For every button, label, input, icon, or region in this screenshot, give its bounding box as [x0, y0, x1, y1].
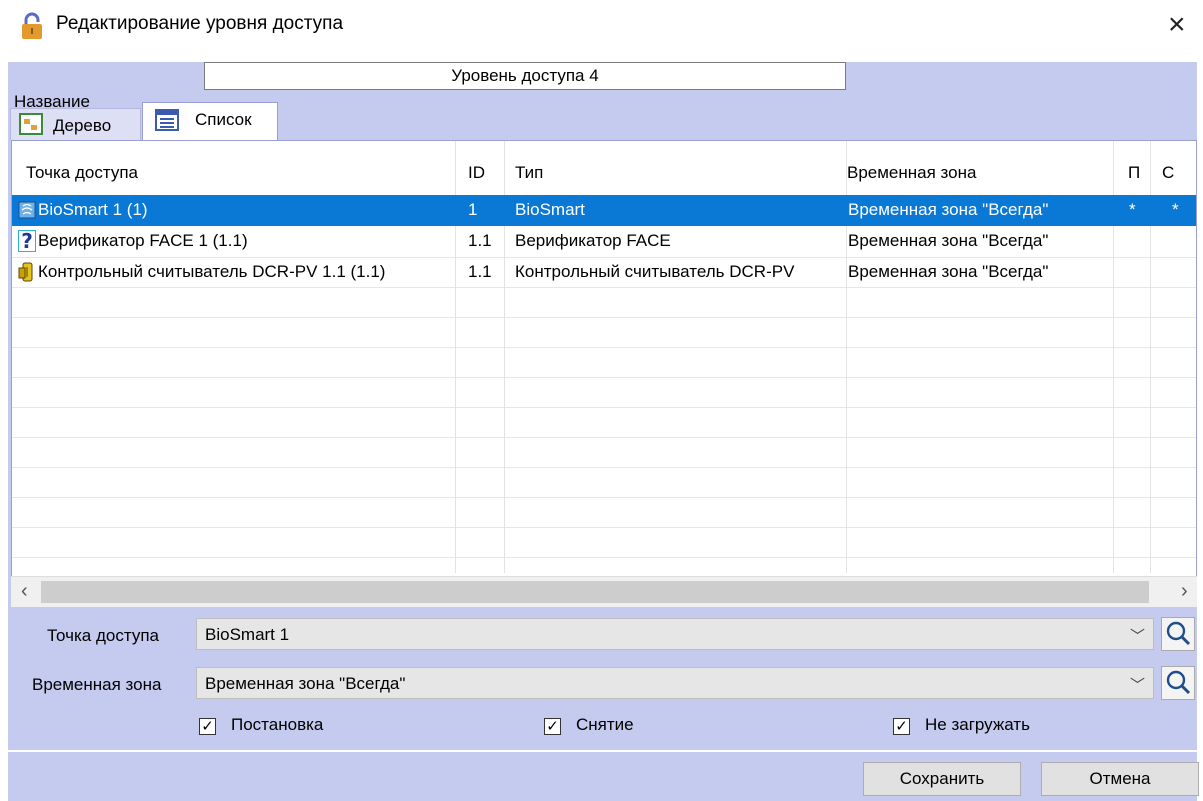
lock-icon: [22, 12, 42, 39]
search-icon: [1166, 621, 1191, 646]
cell-zone: Временная зона "Всегда": [848, 262, 1049, 281]
horizontal-scrollbar[interactable]: ‹ ›: [11, 576, 1197, 607]
access-point-search-button[interactable]: [1161, 617, 1195, 651]
cancel-button[interactable]: Отмена: [1041, 762, 1199, 796]
scroll-left-icon[interactable]: ‹: [21, 580, 28, 603]
time-zone-select[interactable]: Временная зона "Всегда" ﹀: [196, 667, 1154, 699]
tree-view-icon: [19, 113, 43, 135]
checkbox-no-load-label: Не загружать: [925, 715, 1030, 734]
checkbox-disarm-label: Снятие: [576, 715, 634, 734]
cell-type: Контрольный считыватель DCR-PV: [515, 262, 795, 281]
checkbox-disarm[interactable]: ✓: [544, 718, 561, 735]
time-zone-label: Временная зона: [32, 675, 162, 694]
close-icon[interactable]: ×: [1168, 10, 1190, 40]
scroll-right-icon[interactable]: ›: [1181, 580, 1188, 603]
tab-list-label: Список: [195, 110, 252, 129]
table-row[interactable]: ? Верификатор FACE 1 (1.1) 1.1 Верификат…: [12, 226, 1196, 257]
cell-point: Контрольный считыватель DCR-PV 1.1 (1.1): [38, 262, 386, 281]
access-points-table: Точка доступа ID Тип Временная зона П С …: [11, 140, 1197, 606]
table-header: Точка доступа ID Тип Временная зона П С: [12, 141, 1196, 193]
window-title: Редактирование уровня доступа: [56, 13, 344, 34]
column-header-point[interactable]: Точка доступа: [26, 163, 138, 183]
time-zone-search-button[interactable]: [1161, 666, 1195, 700]
list-view-icon: [155, 109, 179, 131]
cell-id: 1.1: [468, 231, 492, 250]
cell-zone: Временная зона "Всегда": [848, 200, 1049, 219]
cell-id: 1.1: [468, 262, 492, 281]
tab-list[interactable]: Список: [142, 102, 278, 140]
checkbox-arm-label: Постановка: [231, 715, 324, 734]
save-button[interactable]: Сохранить: [863, 762, 1021, 796]
cell-c: *: [1172, 200, 1179, 219]
cell-point: BioSmart 1 (1): [38, 200, 148, 219]
scroll-thumb[interactable]: [41, 581, 1149, 603]
tab-tree[interactable]: Дерево: [10, 108, 141, 140]
access-point-value: BioSmart 1: [205, 625, 290, 644]
cell-point: Верификатор FACE 1 (1.1): [38, 231, 248, 250]
column-header-zone[interactable]: Временная зона: [847, 163, 976, 183]
access-point-select[interactable]: BioSmart 1 ﹀: [196, 618, 1154, 650]
cell-id: 1: [468, 200, 478, 219]
biometric-reader-icon: [18, 201, 36, 219]
svg-text:?: ?: [21, 230, 33, 252]
chevron-down-icon: ﹀: [1129, 628, 1145, 645]
access-point-label: Точка доступа: [47, 626, 159, 645]
checkbox-no-load[interactable]: ✓: [893, 718, 910, 735]
cell-type: Верификатор FACE: [515, 231, 671, 250]
time-zone-value: Временная зона "Всегда": [205, 674, 406, 693]
table-row[interactable]: BioSmart 1 (1) 1 BioSmart Временная зона…: [12, 195, 1196, 226]
tab-tree-label: Дерево: [53, 116, 112, 135]
name-input[interactable]: Уровень доступа 4: [204, 62, 846, 90]
chevron-down-icon: ﹀: [1129, 677, 1145, 694]
table-row[interactable]: Контрольный считыватель DCR-PV 1.1 (1.1)…: [12, 257, 1196, 288]
search-icon: [1166, 670, 1191, 695]
cell-type: BioSmart: [515, 200, 585, 219]
column-header-p[interactable]: П: [1128, 163, 1140, 183]
checkbox-arm[interactable]: ✓: [199, 718, 216, 735]
cell-p: *: [1129, 200, 1136, 219]
column-header-type[interactable]: Тип: [515, 163, 543, 183]
column-header-c[interactable]: С: [1162, 163, 1174, 183]
question-icon: ?: [18, 230, 36, 252]
card-reader-icon: [18, 262, 33, 282]
cell-zone: Временная зона "Всегда": [848, 231, 1049, 250]
column-header-id[interactable]: ID: [468, 163, 485, 183]
